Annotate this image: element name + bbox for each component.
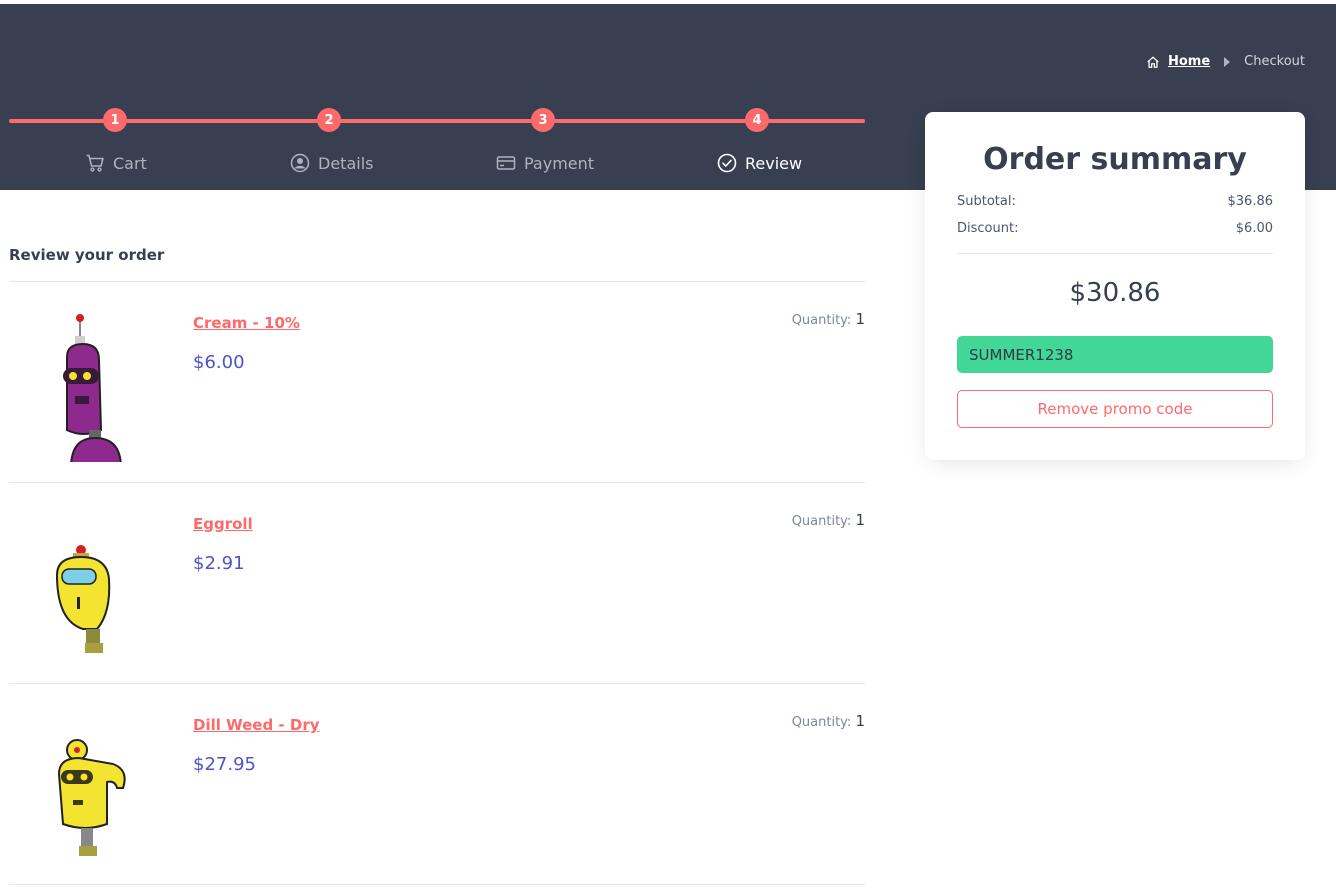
step-details[interactable]: Details bbox=[290, 152, 373, 174]
order-total: $30.86 bbox=[1069, 278, 1161, 308]
cart-icon bbox=[86, 154, 104, 172]
step-payment-label: Payment bbox=[524, 153, 595, 173]
step-2-number[interactable]: 2 bbox=[317, 108, 341, 132]
discount-value: $6.00 bbox=[1235, 221, 1273, 236]
product-quantity: Quantity: 1 bbox=[792, 712, 865, 730]
home-icon bbox=[1146, 55, 1160, 69]
step-cart-label: Cart bbox=[113, 153, 147, 173]
steps-progress-line bbox=[9, 119, 865, 123]
check-circle-icon bbox=[717, 153, 737, 173]
breadcrumb: Home Checkout bbox=[1146, 54, 1305, 69]
subtotal-value: $36.86 bbox=[1227, 194, 1274, 209]
quantity-value: 1 bbox=[855, 712, 865, 730]
product-price: $2.91 bbox=[193, 553, 245, 574]
remove-promo-button[interactable]: Remove promo code bbox=[957, 390, 1273, 428]
cart-item: Dill Weed - Dry $27.95 Quantity: 1 bbox=[9, 684, 865, 884]
step-3-number[interactable]: 3 bbox=[531, 108, 555, 132]
step-4-number[interactable]: 4 bbox=[745, 108, 769, 132]
order-summary-card: Order summary Subtotal: $36.86 Discount:… bbox=[925, 112, 1305, 460]
step-cart[interactable]: Cart bbox=[85, 152, 147, 174]
subtotal-row: Subtotal: $36.86 bbox=[957, 194, 1273, 209]
step-payment[interactable]: Payment bbox=[496, 152, 594, 174]
product-quantity: Quantity: 1 bbox=[792, 511, 865, 529]
step-details-label: Details bbox=[318, 153, 374, 173]
discount-row: Discount: $6.00 bbox=[957, 221, 1273, 236]
step-1-number[interactable]: 1 bbox=[103, 108, 127, 132]
product-image-yellow-robot[interactable] bbox=[49, 513, 139, 663]
quantity-label: Quantity: bbox=[791, 715, 852, 730]
quantity-label: Quantity: bbox=[791, 313, 852, 328]
chevron-right-icon bbox=[1224, 56, 1231, 67]
order-summary-title: Order summary bbox=[983, 142, 1247, 177]
credit-card-icon bbox=[496, 156, 516, 170]
quantity-label: Quantity: bbox=[791, 514, 852, 529]
promo-code-badge: SUMMER1238 bbox=[957, 336, 1273, 373]
quantity-value: 1 bbox=[855, 511, 865, 529]
divider bbox=[9, 884, 865, 885]
breadcrumb-home-link[interactable]: Home bbox=[1168, 54, 1210, 69]
product-quantity: Quantity: 1 bbox=[792, 310, 865, 328]
step-review-label: Review bbox=[745, 153, 803, 173]
product-image-yellow-robot-2[interactable] bbox=[49, 714, 139, 864]
product-price: $6.00 bbox=[193, 352, 245, 373]
product-name-link[interactable]: Eggroll bbox=[193, 515, 253, 533]
subtotal-label: Subtotal: bbox=[957, 194, 1016, 209]
breadcrumb-current: Checkout bbox=[1244, 54, 1305, 69]
cart-item: Cream - 10% $6.00 Quantity: 1 bbox=[9, 282, 865, 482]
summary-divider bbox=[957, 253, 1273, 254]
cart-item: Eggroll $2.91 Quantity: 1 bbox=[9, 483, 865, 683]
product-image-purple-robot[interactable] bbox=[49, 312, 139, 469]
product-price: $27.95 bbox=[193, 754, 256, 775]
product-name-link[interactable]: Dill Weed - Dry bbox=[193, 716, 320, 734]
quantity-value: 1 bbox=[855, 310, 865, 328]
discount-label: Discount: bbox=[957, 221, 1019, 236]
review-title: Review your order bbox=[9, 246, 165, 264]
product-name-link[interactable]: Cream - 10% bbox=[193, 314, 300, 332]
user-circle-icon bbox=[290, 153, 310, 173]
step-review[interactable]: Review bbox=[717, 152, 802, 174]
